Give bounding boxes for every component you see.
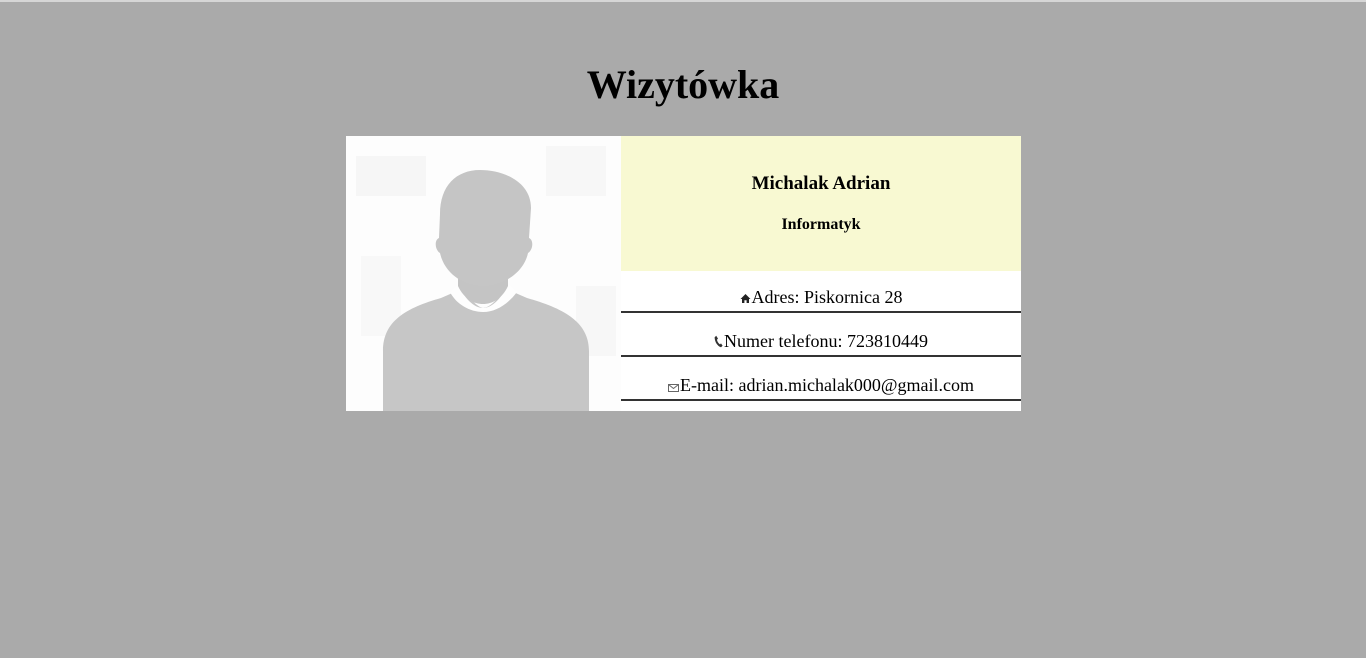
profile-photo [346,136,621,411]
card-info: Michalak Adrian Informatyk Adres: Piskor… [621,136,1021,411]
page-title: Wizytówka [586,62,780,107]
address-text: Adres: Piskornica 28 [751,287,903,308]
contact-row-phone: Numer telefonu: 723810449 [621,313,1021,357]
person-name: Michalak Adrian [751,173,891,194]
card-header: Michalak Adrian Informatyk [621,136,1021,271]
home-icon [740,288,751,308]
contact-row-email: E-mail: adrian.michalak000@gmail.com [621,357,1021,401]
contact-row-address: Adres: Piskornica 28 [621,269,1021,313]
person-role: Informatyk [781,216,861,233]
phone-icon [714,332,723,352]
envelope-icon [668,376,679,396]
browser-top-edge [0,0,1366,2]
phone-text: Numer telefonu: 723810449 [724,331,928,352]
business-card: Michalak Adrian Informatyk Adres: Piskor… [346,136,1021,411]
avatar-placeholder-icon [346,136,621,411]
email-text: E-mail: adrian.michalak000@gmail.com [680,375,974,396]
